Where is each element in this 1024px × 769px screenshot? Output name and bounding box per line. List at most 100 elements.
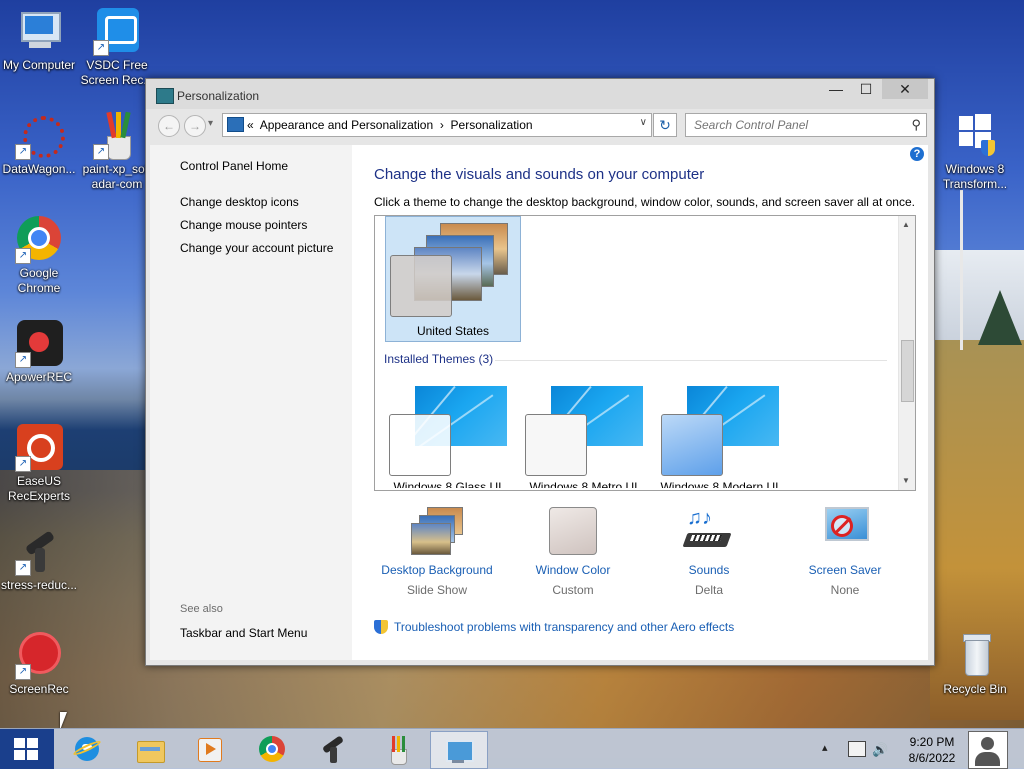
address-dropdown-icon[interactable]: ∨: [640, 117, 647, 128]
installed-themes-heading: Installed Themes (3): [384, 352, 494, 366]
theme-tile-glass-ui[interactable]: Windows 8 Glass UI: [385, 386, 510, 488]
sounds-option[interactable]: ♫♪ Sounds Delta: [639, 507, 779, 597]
network-icon[interactable]: [848, 741, 866, 757]
datawagon-icon: ↗: [15, 112, 65, 160]
desktop-icon-apowerrec[interactable]: ↗ ApowerREC: [0, 320, 80, 385]
search-box[interactable]: ⚲: [685, 113, 927, 137]
taskbar-file-explorer[interactable]: [122, 731, 176, 767]
address-bar[interactable]: « Appearance and Personalization › Perso…: [222, 113, 652, 137]
volume-icon[interactable]: 🔊: [872, 742, 888, 758]
show-hidden-icons-button[interactable]: ▴: [822, 741, 828, 754]
theme-color-swatch: [390, 255, 452, 317]
theme-list-scrollbar[interactable]: ▲ ▼: [898, 216, 915, 490]
recycle-bin-icon: [951, 632, 999, 680]
scroll-up-icon[interactable]: ▲: [902, 220, 910, 229]
desktop-icon-windows8-transform[interactable]: Windows 8 Transform...: [934, 112, 1016, 192]
theme-color-swatch: [525, 414, 587, 476]
taskbar-media-player[interactable]: [182, 731, 236, 767]
desktop-background-option[interactable]: Desktop Background Slide Show: [367, 507, 507, 597]
desktop-icon-recycle-bin[interactable]: Recycle Bin: [934, 632, 1016, 697]
user-account-icon[interactable]: [968, 731, 1008, 769]
troubleshoot-label[interactable]: Troubleshoot problems with transparency …: [394, 620, 734, 634]
desktop-icon-my-computer[interactable]: My Computer: [0, 8, 80, 73]
desktop-icon-label: DataWagon...: [2, 162, 76, 176]
troubleshoot-link[interactable]: Troubleshoot problems with transparency …: [374, 620, 734, 634]
screen-saver-link[interactable]: Screen Saver: [775, 563, 915, 577]
scrollbar-thumb[interactable]: [901, 340, 914, 402]
recent-pages-button[interactable]: ▾: [208, 118, 213, 129]
minimize-button[interactable]: —: [822, 79, 850, 99]
desktop-icon-chrome[interactable]: ↗ Google Chrome: [0, 216, 80, 296]
search-icon[interactable]: ⚲: [911, 117, 921, 133]
taskbar-paint[interactable]: [370, 731, 424, 767]
start-button[interactable]: [0, 729, 54, 769]
desktop-background-link[interactable]: Desktop Background: [367, 563, 507, 577]
uac-shield-icon: [374, 620, 388, 634]
taskbar-start-menu-link[interactable]: Taskbar and Start Menu: [180, 626, 307, 640]
wallpaper-tree: [978, 290, 1022, 345]
back-button[interactable]: ←: [158, 115, 180, 137]
close-button[interactable]: ✕: [882, 79, 928, 99]
clock-date: 8/6/2022: [908, 751, 956, 765]
breadcrumb-separator[interactable]: ›: [440, 118, 444, 132]
control-panel-home-link[interactable]: Control Panel Home: [180, 159, 288, 173]
page-title: Change the visuals and sounds on your co…: [374, 166, 705, 183]
change-account-picture-link[interactable]: Change your account picture: [180, 241, 333, 255]
window-color-link[interactable]: Window Color: [503, 563, 643, 577]
desktop-icon-stress-reducer[interactable]: ↗ stress-reduc...: [0, 528, 80, 593]
change-desktop-icons-link[interactable]: Change desktop icons: [180, 195, 299, 209]
sounds-link[interactable]: Sounds: [639, 563, 779, 577]
scroll-down-icon[interactable]: ▼: [902, 476, 910, 485]
desktop-icon-easeus[interactable]: ↗ EaseUS RecExperts: [0, 424, 80, 504]
desktop-icon-label: My Computer: [2, 58, 76, 72]
forward-button[interactable]: →: [184, 115, 206, 137]
theme-color-swatch: [389, 414, 451, 476]
taskbar-clock[interactable]: 9:20 PM 8/6/2022: [902, 734, 962, 766]
taskbar-stress-reducer[interactable]: [305, 731, 359, 767]
breadcrumb-prefix[interactable]: «: [247, 118, 254, 132]
taskbar-chrome[interactable]: [245, 731, 299, 767]
search-input[interactable]: [692, 117, 902, 133]
media-player-icon: [195, 735, 223, 763]
apowerrec-icon: ↗: [15, 320, 63, 368]
title-bar[interactable]: Personalization — ☐ ✕: [146, 79, 934, 109]
chrome-icon: [258, 735, 286, 763]
change-mouse-pointers-link[interactable]: Change mouse pointers: [180, 218, 307, 232]
main-content: ? Change the visuals and sounds on your …: [352, 145, 928, 660]
paint-brushes-icon: ↗: [93, 111, 141, 160]
sounds-icon: ♫♪: [681, 507, 737, 559]
screen-saver-option[interactable]: Screen Saver None: [775, 507, 915, 597]
computer-icon: [15, 8, 63, 56]
clock-time: 9:20 PM: [909, 735, 955, 749]
desktop-icon-label: Google Chrome: [17, 266, 61, 295]
folder-icon: [135, 735, 165, 763]
help-icon[interactable]: ?: [910, 147, 924, 161]
desktop-icon-datawagon[interactable]: ↗ DataWagon...: [0, 112, 80, 177]
refresh-button[interactable]: ↻: [653, 113, 677, 137]
theme-tile-metro-ui[interactable]: Windows 8 Metro UI: [521, 386, 646, 488]
navigation-bar: ← → ▾ « Appearance and Personalization ›…: [146, 109, 934, 141]
window-color-option[interactable]: Window Color Custom: [503, 507, 643, 597]
taskbar-personalization[interactable]: [430, 731, 488, 769]
stress-reducer-icon: [318, 735, 346, 763]
taskbar-internet-explorer[interactable]: [60, 731, 114, 767]
window-color-value: Custom: [552, 583, 594, 597]
breadcrumb-personalization[interactable]: Personalization: [451, 118, 533, 132]
internet-explorer-icon: [72, 735, 102, 763]
theme-tile-united-states[interactable]: United States: [385, 216, 521, 342]
desktop-icon-screenrec[interactable]: ↗ ScreenRec: [0, 632, 80, 697]
stress-reducer-icon: ↗: [15, 528, 63, 576]
theme-tile-modern-ui[interactable]: Windows 8 Modern UI: [657, 386, 782, 488]
wallpaper-flagpole: [960, 190, 963, 350]
desktop-icon-vsdc[interactable]: ↗ VSDC Free Screen Rec...: [76, 8, 158, 88]
vsdc-recorder-icon: ↗: [93, 8, 141, 56]
theme-name: Windows 8 Metro UI: [529, 480, 638, 488]
desktop-icon-label: stress-reduc...: [0, 578, 78, 592]
page-description: Click a theme to change the desktop back…: [374, 195, 915, 209]
theme-name: Windows 8 Modern UI: [660, 480, 779, 488]
personalization-icon: [444, 736, 474, 764]
breadcrumb-appearance[interactable]: Appearance and Personalization: [260, 118, 433, 132]
maximize-button[interactable]: ☐: [852, 79, 880, 99]
paint-brushes-icon: [383, 735, 411, 765]
taskbar: ▴ 🔊 9:20 PM 8/6/2022: [0, 728, 1024, 769]
